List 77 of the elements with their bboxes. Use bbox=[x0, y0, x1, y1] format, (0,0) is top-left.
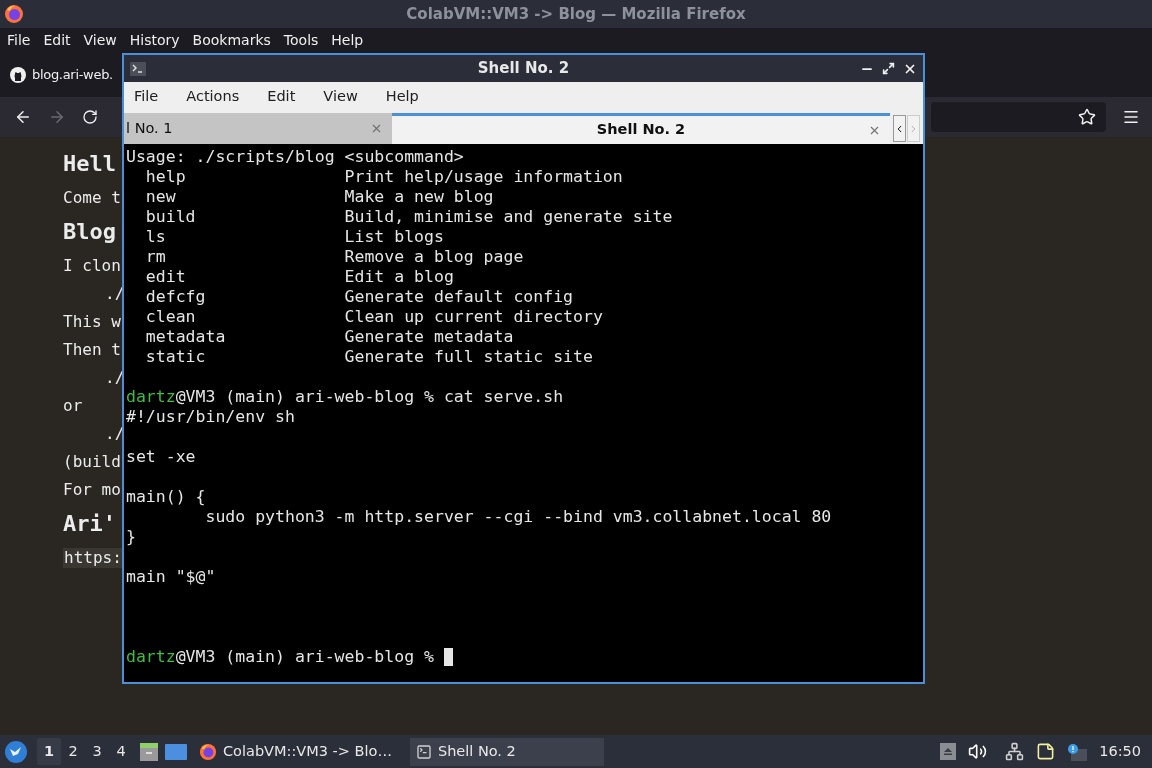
menu-icon[interactable] bbox=[1122, 108, 1140, 126]
menu-item[interactable]: Help bbox=[385, 86, 419, 108]
output-line: metadata Generate metadata bbox=[144, 327, 514, 346]
task-button[interactable]: ColabVM::VM3 -> Blo… bbox=[193, 737, 398, 766]
menu-item[interactable]: Edit bbox=[43, 30, 71, 51]
workspace-button[interactable]: 4 bbox=[109, 738, 133, 765]
paragraph: Come t bbox=[63, 188, 121, 208]
file-cabinet-icon[interactable] bbox=[139, 741, 159, 762]
back-button[interactable] bbox=[14, 108, 32, 126]
output-line: main() { bbox=[126, 487, 206, 506]
close-tab-icon[interactable] bbox=[370, 122, 383, 135]
eject-icon[interactable] bbox=[940, 743, 957, 760]
paragraph: For mo bbox=[63, 480, 121, 500]
paragraph: I clon bbox=[63, 256, 121, 276]
menu-item[interactable]: File bbox=[134, 86, 159, 108]
task-button[interactable]: Shell No. 2 bbox=[409, 737, 604, 766]
code-line: ./ bbox=[105, 284, 125, 304]
paragraph: This w bbox=[63, 312, 121, 332]
output-line: new Make a new blog bbox=[144, 187, 494, 206]
link[interactable]: https: bbox=[63, 548, 123, 568]
desktop-icon[interactable] bbox=[165, 742, 187, 761]
output-line: build Build, minimise and generate site bbox=[144, 207, 673, 226]
code-line: ./ bbox=[105, 424, 125, 444]
heading: Hell bbox=[63, 150, 116, 178]
firefox-icon bbox=[4, 4, 24, 24]
menu-item[interactable]: History bbox=[129, 30, 180, 51]
terminal-icon bbox=[130, 61, 146, 76]
clock: 16:50 bbox=[1099, 741, 1141, 761]
prompt-line: dartz@VM3 (main) ari-web-blog % bbox=[126, 647, 435, 667]
github-icon bbox=[10, 67, 26, 83]
menu-item[interactable]: Actions bbox=[186, 86, 240, 108]
reload-button[interactable] bbox=[82, 109, 98, 125]
output-line: clean Clean up current directory bbox=[144, 307, 603, 326]
menu-item[interactable]: View bbox=[323, 86, 358, 108]
output-line: rm Remove a blog page bbox=[144, 247, 524, 266]
bookmark-star-icon[interactable] bbox=[1078, 108, 1096, 126]
paragraph: or bbox=[63, 396, 83, 416]
heading: Blog bbox=[63, 218, 116, 246]
menu-item[interactable]: View bbox=[83, 30, 117, 51]
output-line: set -xe bbox=[126, 447, 196, 466]
workspace-button[interactable]: 3 bbox=[85, 738, 109, 765]
notification-icon[interactable] bbox=[1067, 742, 1088, 761]
output-line: #!/usr/bin/env sh bbox=[126, 407, 295, 426]
browser-tab[interactable]: blog.ari-web. bbox=[10, 65, 113, 85]
menu-item[interactable]: Bookmarks bbox=[192, 30, 271, 51]
terminal-tab[interactable]: l No. 1 bbox=[124, 113, 392, 144]
volume-icon[interactable] bbox=[968, 742, 988, 761]
output-line: Usage: ./scripts/blog <subcommand> bbox=[126, 147, 464, 166]
terminal-icon bbox=[415, 743, 432, 760]
output-line: ls List blogs bbox=[144, 227, 444, 246]
paragraph: (build bbox=[63, 452, 121, 472]
window-title: ColabVM::VM3 -> Blog — Mozilla Firefox bbox=[406, 3, 746, 25]
start-menu-icon[interactable] bbox=[5, 740, 27, 763]
output-line: edit Edit a blog bbox=[144, 267, 454, 286]
menu-item[interactable]: Help bbox=[331, 30, 364, 51]
menu-item[interactable]: Edit bbox=[267, 86, 296, 108]
output-line: help Print help/usage information bbox=[144, 167, 623, 186]
output-line: static Generate full static site bbox=[144, 347, 593, 366]
output-line: main "$@" bbox=[126, 567, 216, 586]
firefox-icon bbox=[199, 742, 217, 761]
network-icon[interactable] bbox=[1005, 742, 1025, 761]
scroll-left-button[interactable] bbox=[893, 115, 906, 142]
window-title: Shell No. 2 bbox=[477, 58, 570, 80]
maximize-button[interactable] bbox=[882, 62, 895, 75]
menu-item[interactable]: Tools bbox=[283, 30, 319, 51]
url-field[interactable] bbox=[931, 102, 1106, 132]
output-line: sudo python3 -m http.server --cgi --bind vm3.collabnet.local 80 bbox=[204, 507, 832, 526]
output-line: defcfg Generate default config bbox=[144, 287, 574, 306]
heading: Ari' bbox=[63, 510, 116, 538]
code-line: ./ bbox=[105, 368, 125, 388]
output-line: } bbox=[126, 527, 136, 546]
workspace-button[interactable]: 2 bbox=[61, 738, 85, 765]
notes-icon[interactable] bbox=[1036, 742, 1056, 761]
workspace-button[interactable]: 1 bbox=[37, 738, 61, 765]
paragraph: Then t bbox=[63, 340, 121, 360]
prompt-line: dartz@VM3 (main) ari-web-blog % cat serve.sh bbox=[126, 387, 564, 407]
menu-item[interactable]: File bbox=[7, 30, 31, 51]
